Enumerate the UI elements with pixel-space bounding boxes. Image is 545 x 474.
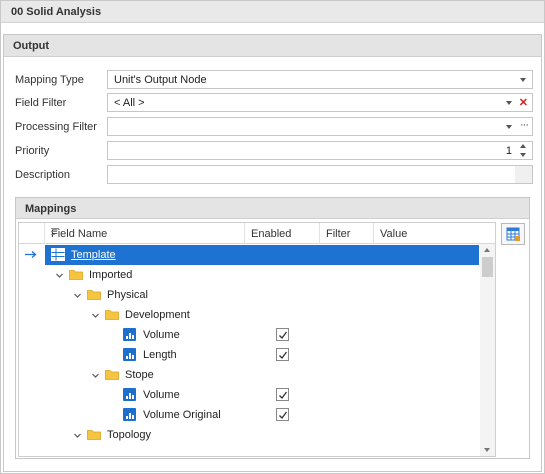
chevron-down-icon[interactable] [73,431,82,440]
description-label: Description [15,169,71,181]
column-header-label: Field Name [51,228,108,240]
priority-label: Priority [15,145,50,157]
folder-icon [69,269,83,280]
column-header-label: Enabled [251,228,292,240]
table-icon [51,248,65,261]
chevron-down-icon[interactable] [73,291,82,300]
numeric-field-icon [123,328,136,341]
sort-icon [51,228,59,236]
spin-down-icon[interactable] [520,153,526,157]
mapping-type-select[interactable]: Unit's Output Node [107,70,533,89]
field-filter-label: Field Filter [15,97,67,109]
mapping-type-value: Unit's Output Node [114,74,207,86]
column-header-value[interactable]: Value [374,223,495,244]
title-bar: 00 Solid Analysis [1,1,544,23]
column-header-field-name[interactable]: Field Name [45,223,245,244]
numeric-field-icon [123,348,136,361]
enabled-checkbox[interactable] [276,408,289,421]
tree-row[interactable]: Stope [19,365,479,385]
tree-row[interactable]: Topology [19,425,479,445]
tree-row[interactable]: Volume [19,385,479,405]
tree-row[interactable]: Length [19,345,479,365]
column-header-label: Filter [326,228,351,240]
scroll-down-icon[interactable] [484,448,490,452]
tree-row-label: Volume [143,389,180,401]
scroll-thumb[interactable] [482,257,493,277]
tree-row-label: Physical [107,289,148,301]
column-header-filter[interactable]: Filter [320,223,374,244]
clear-icon[interactable]: ✕ [519,96,528,109]
tree-row-label: Imported [89,269,133,281]
tree-row-label: Volume Original [143,409,221,421]
description-input[interactable] [107,165,533,184]
chevron-down-icon[interactable] [37,251,46,260]
chevron-down-icon[interactable] [520,78,526,82]
priority-value: 1 [505,145,512,157]
tree-row[interactable]: Volume [19,325,479,345]
field-filter-value: < All > [114,97,145,109]
tree-row[interactable]: Volume Original [19,405,479,425]
grid-layout-button[interactable] [501,223,525,245]
enabled-checkbox[interactable] [276,348,289,361]
tree-row-label: Template [71,249,116,261]
chevron-down-icon[interactable] [91,311,100,320]
mapping-type-label: Mapping Type [15,74,84,86]
vertical-scrollbar[interactable] [480,244,495,456]
mappings-group-title: Mappings [25,203,77,215]
spin-up-icon[interactable] [520,144,526,148]
chevron-down-icon[interactable] [506,125,512,129]
processing-filter-label: Processing Filter [15,121,97,133]
priority-spinner[interactable]: 1 [107,141,533,160]
tree-row-label: Stope [125,369,154,381]
output-group-title: Output [13,40,50,52]
folder-icon [87,429,101,440]
description-scrollbar[interactable] [515,166,532,183]
scroll-up-icon[interactable] [484,248,490,252]
folder-icon [105,309,119,320]
enabled-checkbox[interactable] [276,328,289,341]
tree-row-label: Topology [107,429,152,441]
solid-analysis-window: 00 Solid Analysis Output Mapping Type Un… [0,0,545,474]
tree-row[interactable]: Template [19,245,479,265]
chevron-down-icon[interactable] [55,271,64,280]
grid-layout-icon [506,227,520,241]
mappings-group-header: Mappings [16,198,529,219]
column-header-label: Value [380,228,408,240]
tree-row[interactable]: Development [19,305,479,325]
mappings-grid: Field Name Enabled Filter Value Template… [18,222,496,457]
folder-icon [87,289,101,300]
numeric-field-icon [123,388,136,401]
chevron-down-icon[interactable] [91,371,100,380]
processing-filter-select[interactable]: ··· [107,117,533,136]
tree-row[interactable]: Imported [19,265,479,285]
numeric-field-icon [123,408,136,421]
tree-row[interactable]: Physical [19,285,479,305]
output-group-header: Output [4,35,541,57]
arrow-right-icon [25,250,37,262]
field-filter-select[interactable]: < All > ✕ [107,93,533,112]
enabled-checkbox[interactable] [276,388,289,401]
chevron-down-icon[interactable] [506,101,512,105]
ellipsis-icon[interactable]: ··· [520,119,529,131]
tree-row-label: Volume [143,329,180,341]
window-title: 00 Solid Analysis [11,6,102,18]
tree-row-label: Development [125,309,190,321]
mappings-group: Mappings Field Name Enabled Filter Value… [15,197,530,459]
tree-row-label: Length [143,349,177,361]
folder-icon [105,369,119,380]
row-indicator-header [19,223,45,244]
column-header-enabled[interactable]: Enabled [245,223,320,244]
